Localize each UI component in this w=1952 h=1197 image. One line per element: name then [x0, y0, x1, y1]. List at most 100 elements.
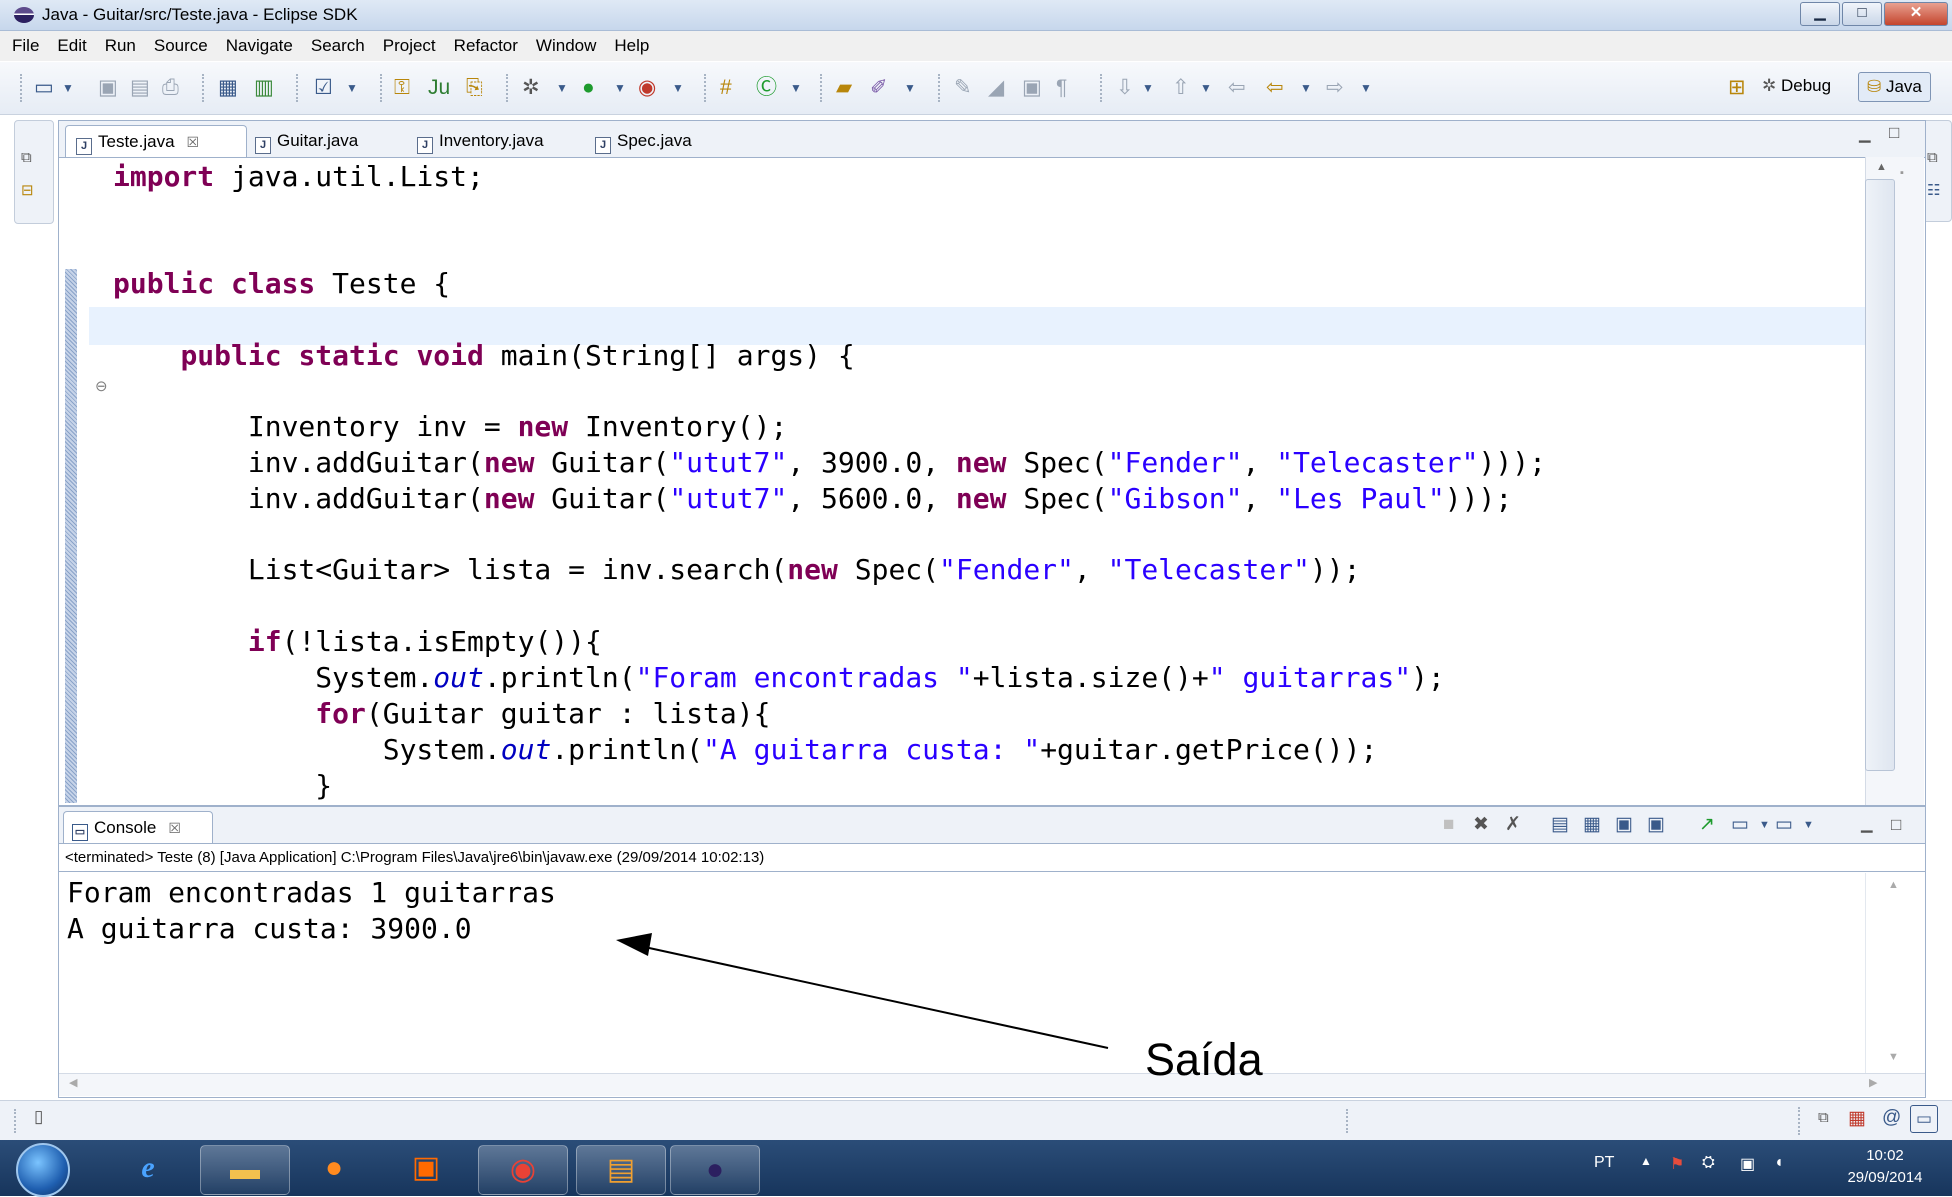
- maximize-view-icon[interactable]: □: [1891, 815, 1901, 835]
- back-icon[interactable]: ⇦: [1266, 76, 1284, 100]
- taskbar-chrome[interactable]: ◉: [478, 1145, 568, 1195]
- junit-icon[interactable]: Ju: [428, 76, 450, 100]
- tab-spec-java[interactable]: J Spec.java: [585, 125, 735, 156]
- language-indicator[interactable]: PT: [1594, 1154, 1614, 1172]
- package-icon[interactable]: ⚿: [394, 76, 410, 100]
- print-icon[interactable]: ⎙: [162, 76, 179, 100]
- debug-icon[interactable]: ✲: [522, 76, 540, 100]
- task-icon[interactable]: ☑: [314, 76, 333, 100]
- chevron-down-icon[interactable]: ▼: [672, 76, 684, 100]
- last-edit-icon[interactable]: ⇦: [1228, 76, 1246, 100]
- perspective-java[interactable]: ⛁ Java: [1858, 72, 1931, 102]
- tab-console[interactable]: ▭ Console ☒: [63, 811, 213, 843]
- external-tools-icon[interactable]: ◉: [638, 76, 656, 100]
- new-class-icon[interactable]: ⎘: [466, 76, 483, 100]
- tab-guitar-java[interactable]: J Guitar.java: [245, 125, 405, 156]
- forward-icon[interactable]: ⇨: [1326, 76, 1344, 100]
- menu-source[interactable]: Source: [145, 31, 217, 61]
- menu-run[interactable]: Run: [96, 31, 145, 61]
- tab-inventory-java[interactable]: J Inventory.java: [407, 125, 577, 156]
- tab-teste-java[interactable]: J Teste.java ☒: [65, 125, 247, 157]
- scroll-lock-icon[interactable]: ▦: [1583, 815, 1601, 835]
- console-vertical-scrollbar[interactable]: ▲ ▼: [1865, 873, 1924, 1073]
- chevron-down-icon[interactable]: ▼: [614, 76, 626, 100]
- scroll-right-icon[interactable]: ▶: [1869, 1076, 1877, 1089]
- problems-icon[interactable]: ▦: [1848, 1107, 1866, 1130]
- package-explorer-icon[interactable]: ⊟: [21, 181, 34, 199]
- chevron-down-icon[interactable]: ▼: [1803, 815, 1814, 835]
- close-tab-icon[interactable]: ☒: [187, 134, 200, 150]
- restore-icon[interactable]: ⧉: [21, 149, 32, 166]
- display-console-icon[interactable]: ▭: [1731, 815, 1749, 835]
- maximize-view-icon[interactable]: □: [1889, 123, 1899, 143]
- media-player-icon[interactable]: ▣: [382, 1144, 470, 1192]
- action-center-icon[interactable]: ⚑: [1670, 1154, 1684, 1174]
- taskbar-impress[interactable]: ▤: [576, 1145, 666, 1195]
- remove-launch-icon[interactable]: ✖: [1473, 815, 1489, 835]
- terminal-icon[interactable]: ▥: [254, 76, 274, 100]
- new-java-class-icon[interactable]: Ⓒ: [756, 76, 777, 100]
- minimize-button[interactable]: ▁: [1800, 2, 1840, 26]
- perspective-debug[interactable]: ✲ Debug: [1762, 72, 1831, 100]
- start-button[interactable]: [16, 1143, 70, 1197]
- menu-refactor[interactable]: Refactor: [445, 31, 527, 61]
- chevron-down-icon[interactable]: ▼: [556, 76, 568, 100]
- chevron-down-icon[interactable]: ▼: [1759, 815, 1770, 835]
- menu-window[interactable]: Window: [527, 31, 605, 61]
- chevron-down-icon[interactable]: ▼: [904, 76, 916, 100]
- open-perspective-icon[interactable]: ⊞: [1728, 76, 1746, 100]
- new-icon[interactable]: ▭: [34, 76, 54, 100]
- restore-icon[interactable]: ⧉: [1818, 1109, 1829, 1126]
- save-icon[interactable]: ▣: [98, 76, 118, 100]
- fold-collapse-icon[interactable]: ⊖: [95, 377, 108, 395]
- scroll-left-icon[interactable]: ◀: [69, 1076, 77, 1089]
- chevron-down-icon[interactable]: ▼: [1200, 76, 1212, 100]
- menu-project[interactable]: Project: [374, 31, 445, 61]
- chevron-down-icon[interactable]: ▼: [1360, 76, 1372, 100]
- restore-icon[interactable]: ⧉: [1927, 149, 1938, 166]
- console-trim-icon[interactable]: ▭: [1910, 1105, 1938, 1133]
- device-icon[interactable]: ⛭: [1702, 1154, 1715, 1172]
- run-icon[interactable]: ●: [582, 76, 595, 100]
- terminate-icon[interactable]: ■: [1443, 815, 1454, 835]
- open-folder-icon[interactable]: ▰: [836, 76, 852, 100]
- close-button[interactable]: ✕: [1884, 2, 1948, 26]
- show-hidden-icons[interactable]: ▲: [1640, 1154, 1652, 1168]
- highlight-icon[interactable]: ◢: [988, 76, 1004, 100]
- chevron-down-icon[interactable]: ▼: [346, 76, 358, 100]
- outline-icon[interactable]: ☷: [1927, 181, 1940, 199]
- show-on-stdout-icon[interactable]: ▣: [1615, 815, 1633, 835]
- taskbar-explorer[interactable]: ▬: [200, 1145, 290, 1195]
- next-annotation-icon[interactable]: ⇩: [1116, 76, 1134, 100]
- taskbar-eclipse[interactable]: ●: [670, 1145, 760, 1195]
- minimize-view-icon[interactable]: ▁: [1861, 815, 1873, 835]
- block-icon[interactable]: ▣: [1022, 76, 1042, 100]
- javadoc-icon[interactable]: @: [1882, 1107, 1901, 1129]
- prev-annotation-icon[interactable]: ⇧: [1172, 76, 1190, 100]
- firefox-icon[interactable]: ●: [290, 1144, 378, 1192]
- remove-all-icon[interactable]: ✗: [1505, 815, 1521, 835]
- console-horizontal-scrollbar[interactable]: ◀ ▶: [59, 1073, 1925, 1096]
- volume-icon[interactable]: ◖: [1774, 1154, 1784, 1172]
- chevron-down-icon[interactable]: ▼: [790, 76, 802, 100]
- menu-help[interactable]: Help: [605, 31, 658, 61]
- close-tab-icon[interactable]: ☒: [168, 820, 181, 836]
- maximize-button[interactable]: □: [1842, 2, 1882, 26]
- scroll-down-icon[interactable]: ▼: [1888, 1051, 1899, 1063]
- pilcrow-icon[interactable]: ¶: [1056, 76, 1067, 100]
- new-package-icon[interactable]: #: [720, 76, 732, 100]
- chevron-down-icon[interactable]: ▼: [1300, 76, 1312, 100]
- chevron-down-icon[interactable]: ▼: [1142, 76, 1154, 100]
- search-tool-icon[interactable]: ✐: [870, 76, 888, 100]
- scroll-up-icon[interactable]: ▲: [1888, 879, 1899, 891]
- editor-scrollbar-thumb[interactable]: [1865, 179, 1895, 771]
- open-type-icon[interactable]: ▦: [218, 76, 238, 100]
- show-on-stderr-icon[interactable]: ▣: [1647, 815, 1665, 835]
- menu-edit[interactable]: Edit: [48, 31, 95, 61]
- system-clock[interactable]: 10:02 29/09/2014: [1830, 1145, 1940, 1189]
- scroll-up-icon[interactable]: ▲: [1876, 161, 1887, 173]
- minimize-view-icon[interactable]: ▁: [1859, 125, 1871, 143]
- pin-console-icon[interactable]: ↗: [1699, 815, 1715, 835]
- internet-explorer-icon[interactable]: e: [104, 1144, 192, 1192]
- save-all-icon[interactable]: ▤: [130, 76, 150, 100]
